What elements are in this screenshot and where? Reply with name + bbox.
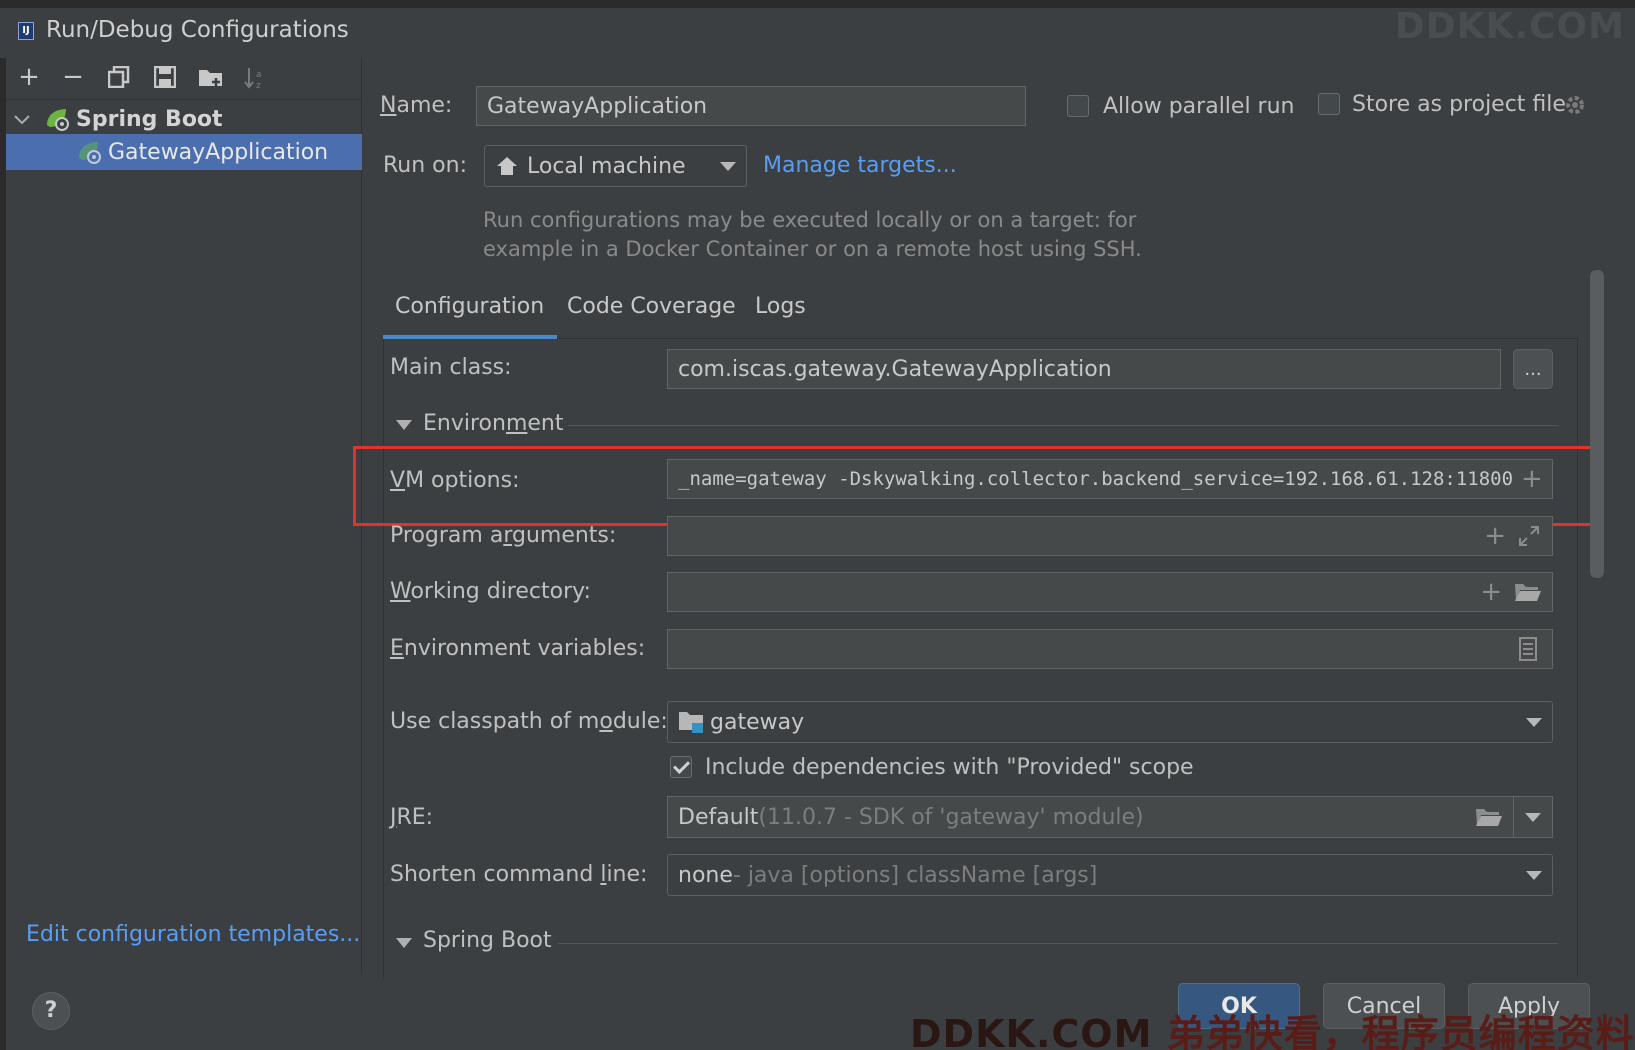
working-directory-label: Working directory: [390,579,591,604]
add-configuration-button[interactable]: + [14,62,44,92]
shorten-detail: - java [options] className [args] [732,862,1098,888]
include-provided-dependencies-label: Include dependencies with "Provided" sco… [705,755,1194,780]
chevron-down-icon [720,161,736,171]
jre-combo[interactable]: Default (11.0.7 - SDK of 'gateway' modul… [667,796,1553,838]
browse-main-class-button[interactable]: ... [1513,349,1553,389]
jre-dropdown-button[interactable] [1514,812,1552,822]
watermark-top: DDKK.COM [1394,6,1625,47]
folder-open-icon[interactable] [1514,581,1542,603]
vm-options-highlight [353,446,1596,526]
window-top-strip [0,0,1635,8]
run-on-value: Local machine [527,153,686,179]
tree-group-label: Spring Boot [76,106,223,132]
store-as-project-file-label: Store as project file [1352,92,1566,117]
chevron-down-icon [1525,812,1541,822]
tab-code-coverage[interactable]: Code Coverage [567,294,736,319]
jre-value: Default [678,804,759,830]
edit-configuration-templates-link[interactable]: Edit configuration templates... [26,922,360,947]
svg-text:a: a [256,70,262,80]
tree-item-gateway-application[interactable]: GatewayApplication [6,134,362,170]
save-icon [154,66,176,88]
remove-icon: − [62,62,84,92]
module-folder-icon [679,712,703,733]
folder-add-icon [199,70,222,86]
gear-icon[interactable] [1562,92,1588,124]
store-as-project-file-checkbox[interactable] [1318,93,1340,115]
chevron-down-icon [14,110,34,129]
tab-logs[interactable]: Logs [755,294,806,319]
program-arguments-label: Program arguments: [390,523,617,548]
classpath-module-value: gateway [710,709,805,735]
configuration-scrollbar[interactable] [1590,270,1604,578]
sort-configurations-button[interactable]: az [240,62,270,92]
name-input[interactable]: GatewayApplication [476,86,1026,126]
remove-configuration-button[interactable]: − [58,62,88,92]
collapse-environment-icon[interactable] [396,420,412,430]
watermark-bottom: DDKK.COM 弟弟快看，程序员编程资料站 [910,1012,1635,1050]
home-icon [497,157,517,175]
shorten-command-line-dropdown[interactable]: none - java [options] className [args] [667,854,1553,896]
shorten-command-line-label: Shorten command line: [390,862,648,887]
tree-group-spring-boot[interactable]: Spring Boot [14,102,354,136]
allow-parallel-run-checkbox[interactable] [1067,95,1089,117]
main-class-input[interactable]: com.iscas.gateway.GatewayApplication [667,349,1501,389]
include-provided-dependencies-checkbox[interactable] [670,756,692,778]
tree-item-label: GatewayApplication [108,139,329,165]
configuration-tree-panel [6,58,362,973]
svg-text:z: z [256,81,261,90]
run-on-hint-line1: Run configurations may be executed local… [483,208,1137,232]
classpath-module-label: Use classpath of module: [390,709,668,734]
manage-targets-link[interactable]: Manage targets... [763,153,957,178]
classpath-module-dropdown[interactable]: gateway [667,701,1553,743]
program-arguments-input[interactable]: + [667,516,1553,556]
copy-icon [108,66,130,88]
window-title: Run/Debug Configurations [46,17,349,43]
run-on-label: Run on: [383,153,467,178]
environment-variables-input[interactable] [667,629,1553,669]
jre-label: JRE: [390,805,434,830]
spring-boot-section-title: Spring Boot [423,928,552,953]
run-on-dropdown[interactable]: Local machine [484,145,747,187]
environment-section-title: Environment [423,411,564,436]
shorten-value: none [678,862,733,888]
document-icon[interactable] [1518,637,1538,661]
environment-section-divider [568,425,1558,426]
collapse-spring-boot-icon[interactable] [396,938,412,948]
jre-detail: (11.0.7 - SDK of 'gateway' module) [758,804,1144,830]
copy-configuration-button[interactable] [104,62,134,92]
toolbar-separator [6,99,362,100]
chevron-down-icon [1526,717,1542,727]
folder-open-icon[interactable] [1475,806,1503,828]
chevron-down-icon [1526,870,1542,880]
environment-variables-label: Environment variables: [390,636,646,661]
intellij-app-icon: IJ [18,22,34,40]
add-icon: + [18,62,40,92]
name-label: Name: [380,93,453,118]
allow-parallel-run-label: Allow parallel run [1103,94,1295,119]
save-configuration-button[interactable] [150,62,180,92]
add-icon[interactable]: + [1480,577,1502,607]
expand-icon[interactable] [1518,525,1540,547]
spring-boot-section-divider [558,943,1558,944]
working-directory-input[interactable]: + [667,572,1553,612]
run-on-hint-line2: example in a Docker Container or on a re… [483,237,1142,261]
sort-icon: az [244,68,262,90]
help-button[interactable]: ? [32,992,70,1030]
spring-boot-icon [44,107,70,131]
tab-configuration[interactable]: Configuration [395,294,544,319]
spring-app-icon [76,140,102,164]
main-class-label: Main class: [390,355,512,380]
add-icon[interactable]: + [1484,521,1506,551]
new-folder-button[interactable] [196,62,226,92]
